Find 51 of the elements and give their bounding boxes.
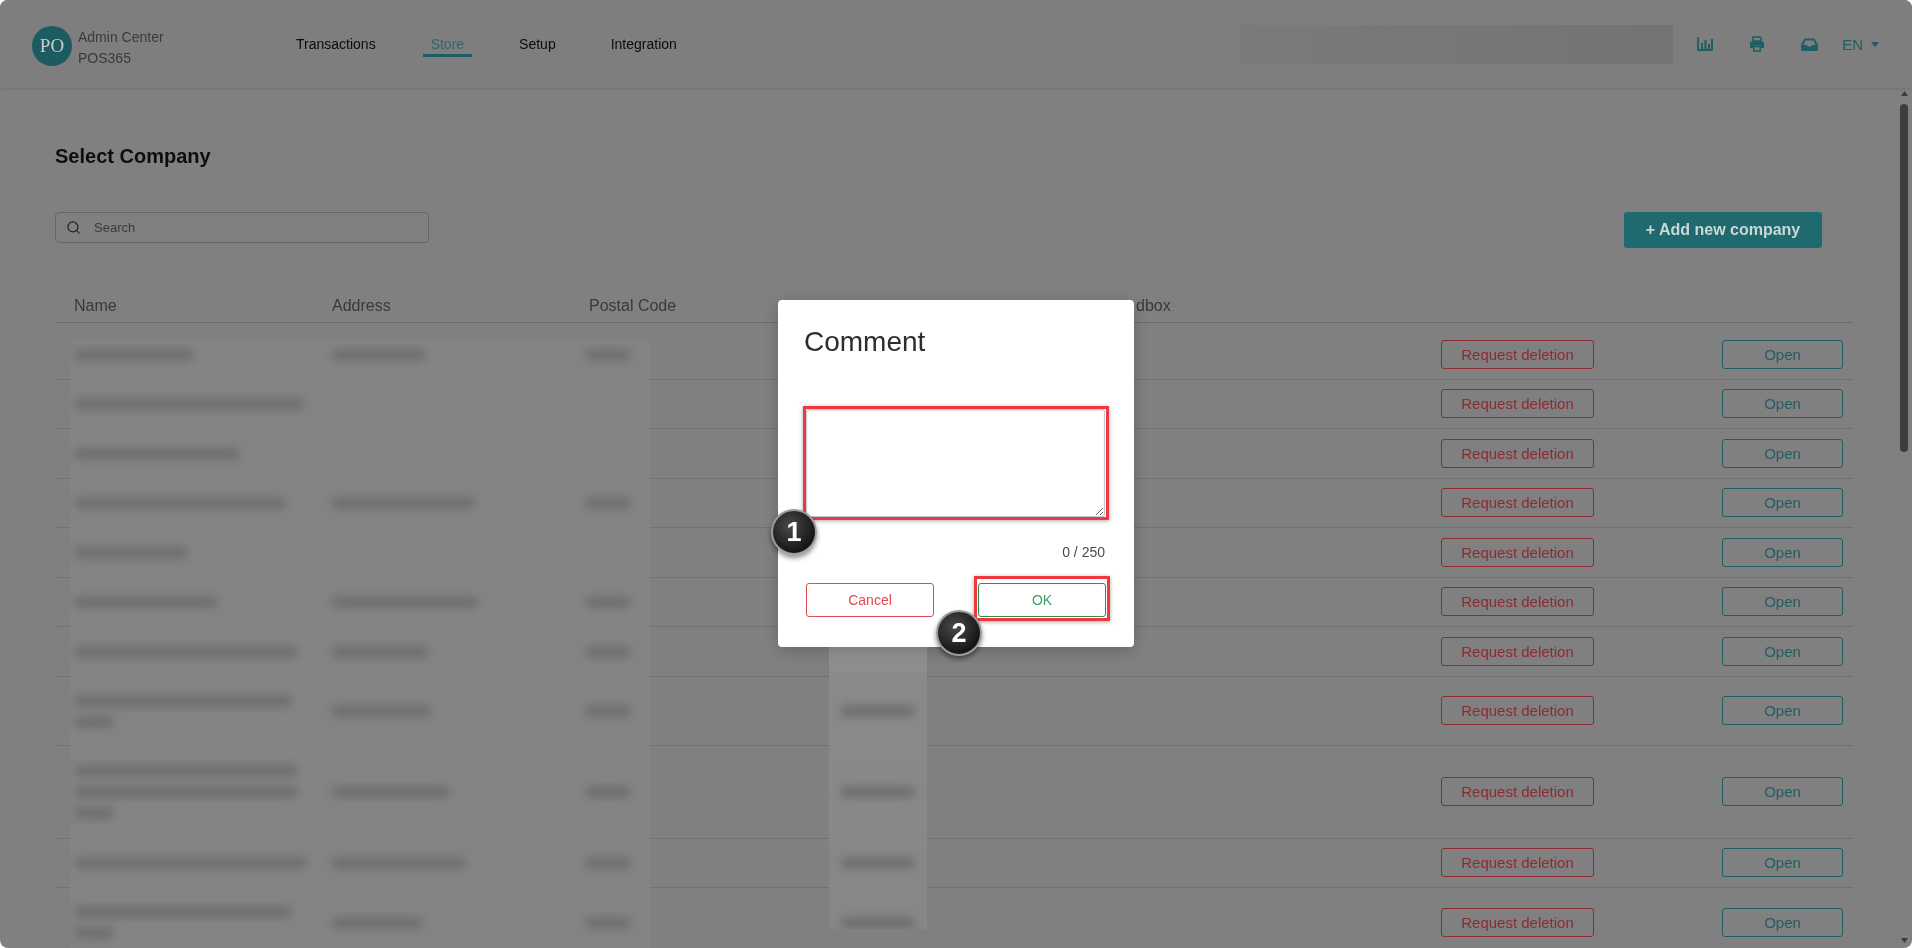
request-deletion-button[interactable]: Request deletion (1441, 488, 1594, 518)
open-button[interactable]: Open (1722, 389, 1843, 419)
column-header: Address (331, 296, 391, 315)
open-button[interactable]: Open (1722, 339, 1843, 369)
search-icon (66, 220, 81, 235)
character-counter: 0 / 250 (1062, 543, 1105, 562)
dialog-title: Comment (804, 325, 926, 359)
open-button[interactable]: Open (1722, 587, 1843, 617)
request-deletion-button[interactable]: Request deletion (1441, 848, 1594, 878)
column-header: dbox (1135, 296, 1171, 315)
nav-tab[interactable]: Transactions (288, 34, 384, 57)
page-title: Select Company (55, 144, 211, 168)
search-field[interactable]: Search (55, 212, 429, 243)
open-button[interactable]: Open (1722, 848, 1843, 878)
request-deletion-button[interactable]: Request deletion (1441, 696, 1594, 725)
open-button[interactable]: Open (1722, 777, 1843, 806)
open-button[interactable]: Open (1722, 696, 1843, 725)
open-button[interactable]: Open (1722, 537, 1843, 567)
column-header: Postal Code (588, 296, 677, 315)
language-selector[interactable]: EN (1842, 35, 1879, 53)
request-deletion-button[interactable]: Request deletion (1441, 537, 1594, 567)
open-button[interactable]: Open (1722, 438, 1843, 468)
request-deletion-button[interactable]: Request deletion (1441, 339, 1594, 369)
column-header: Name (73, 296, 117, 315)
scrollbar-thumb[interactable] (1900, 104, 1908, 452)
printer-icon[interactable] (1749, 36, 1766, 52)
open-button[interactable]: Open (1722, 907, 1843, 937)
scroll-up-icon[interactable] (1901, 91, 1908, 96)
ok-button[interactable]: OK (978, 583, 1106, 617)
scroll-down-icon[interactable] (1901, 938, 1908, 943)
request-deletion-button[interactable]: Request deletion (1441, 587, 1594, 617)
open-button[interactable]: Open (1722, 488, 1843, 518)
request-deletion-button[interactable]: Request deletion (1441, 389, 1594, 419)
request-deletion-button[interactable]: Request deletion (1441, 777, 1594, 806)
inbox-icon[interactable] (1801, 37, 1819, 51)
nav-tab[interactable]: Setup (511, 34, 564, 57)
request-deletion-button[interactable]: Request deletion (1441, 636, 1594, 666)
cancel-button[interactable]: Cancel (806, 583, 934, 617)
step-number-marker: 2 (936, 610, 982, 656)
request-deletion-button[interactable]: Request deletion (1441, 438, 1594, 468)
open-button[interactable]: Open (1722, 636, 1843, 666)
nav-tab[interactable]: Store (422, 34, 473, 57)
nav-tab[interactable]: Integration (602, 34, 685, 57)
request-deletion-button[interactable]: Request deletion (1441, 907, 1594, 937)
app-subtitle: POS365 (78, 48, 132, 68)
step-number-marker: 1 (771, 509, 817, 555)
app-logo: PO (32, 26, 72, 66)
app-title: Admin Center (78, 27, 164, 47)
add-company-button[interactable]: + Add new company (1624, 212, 1822, 248)
caret-icon (1871, 41, 1879, 47)
bar-chart-icon[interactable] (1697, 37, 1714, 51)
